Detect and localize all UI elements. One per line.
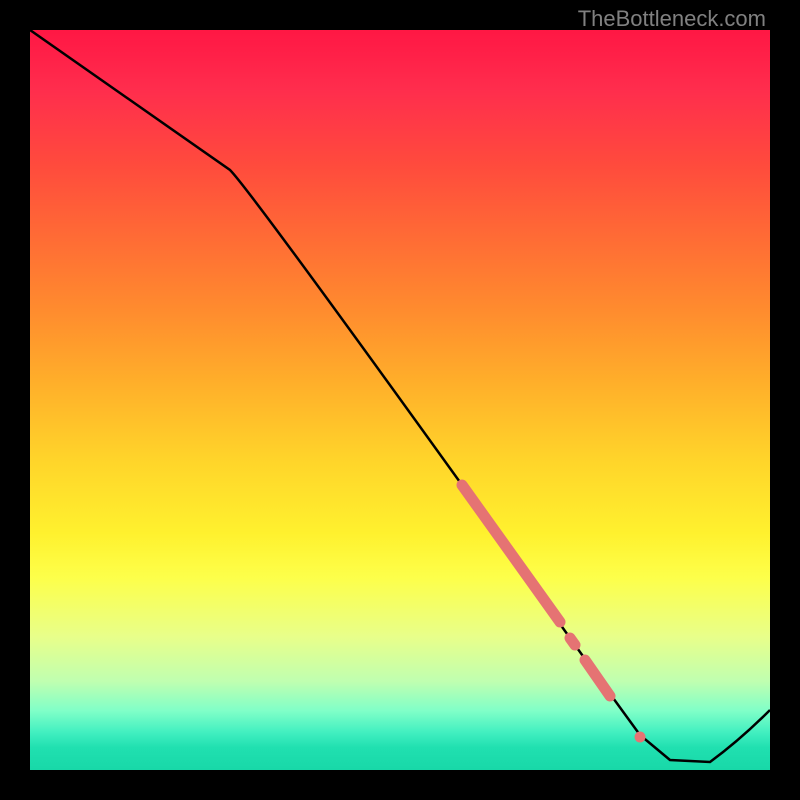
watermark: TheBottleneck.com <box>578 6 766 32</box>
chart-area <box>30 30 770 770</box>
highlight-segment <box>462 485 560 622</box>
highlight-dot <box>635 732 646 743</box>
highlight-segment <box>570 638 575 645</box>
chart-svg <box>30 30 770 770</box>
highlight-segment <box>585 660 610 696</box>
main-curve <box>30 30 770 762</box>
